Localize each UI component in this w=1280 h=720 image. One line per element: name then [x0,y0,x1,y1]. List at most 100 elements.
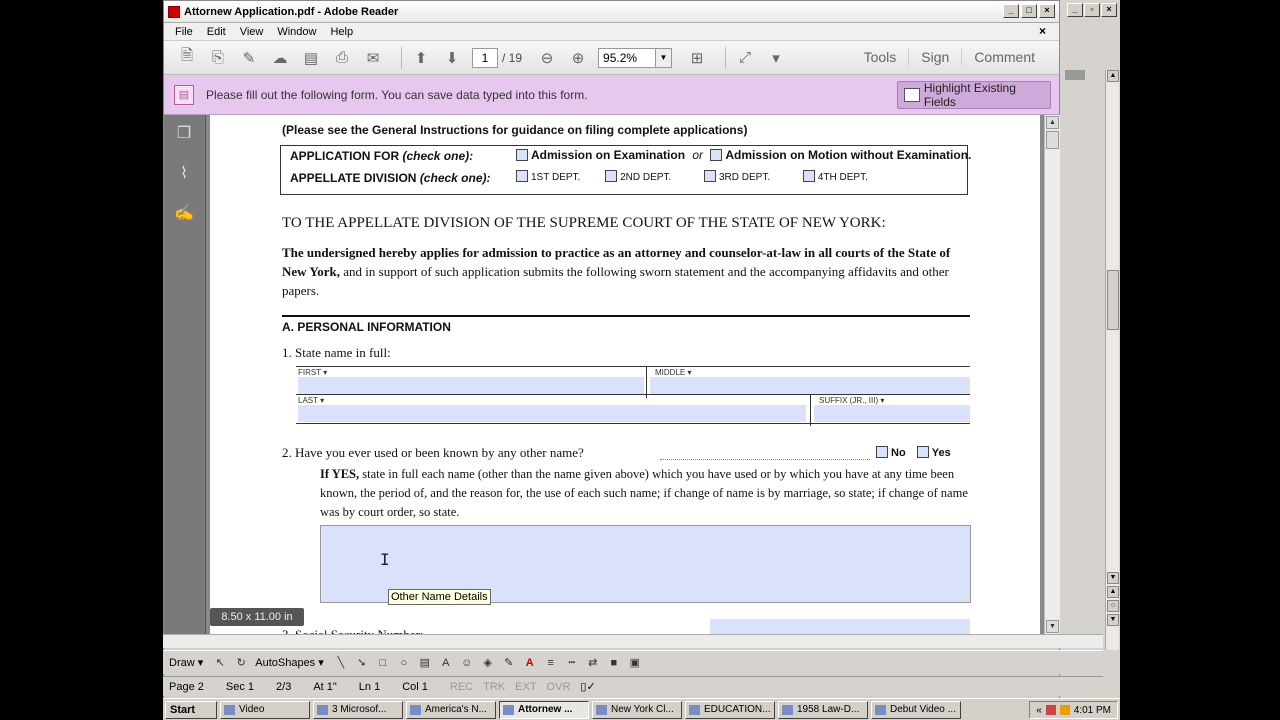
last-name-field[interactable] [298,405,806,422]
sign-button[interactable]: Sign [908,49,961,65]
close-icon[interactable]: × [1101,3,1117,17]
menu-view[interactable]: View [233,26,271,38]
textbox-icon[interactable]: ▤ [418,656,432,670]
font-color-icon[interactable]: A [523,656,537,670]
status-ovr[interactable]: OVR [547,681,571,693]
status-trk[interactable]: TRK [483,681,505,693]
autoshapes-menu[interactable]: AutoShapes ▾ [255,656,324,669]
status-ext[interactable]: EXT [515,681,536,693]
tray-app-icon[interactable] [1045,705,1056,715]
tray-app-icon[interactable] [1059,705,1070,715]
q2-yes-checkbox[interactable] [916,446,929,458]
fill-color-icon[interactable]: ◈ [481,656,495,670]
dept1-checkbox[interactable] [516,170,528,182]
scroll-up-icon[interactable]: ▲ [1046,116,1059,129]
next-page-icon[interactable]: ▼ [1107,614,1119,626]
exam-checkbox[interactable] [516,149,528,161]
dash-style-icon[interactable]: ┅ [565,656,579,670]
ssn-field[interactable] [710,619,970,635]
oval-icon[interactable]: ○ [397,656,411,670]
scroll-thumb[interactable] [1046,131,1059,149]
status-rec[interactable]: REC [450,681,473,693]
comment-button[interactable]: Comment [961,49,1047,65]
zoom-out-icon[interactable]: ⊖ [536,47,558,69]
form-message: Please fill out the following form. You … [206,87,588,102]
highlight-fields-button[interactable]: Highlight Existing Fields [897,81,1051,109]
scroll-down-icon[interactable]: ▼ [1107,572,1119,584]
task-new-york[interactable]: New York Cl... [592,700,682,719]
task-video[interactable]: Video [220,700,310,719]
close-document-icon[interactable]: × [1032,24,1053,38]
zoom-in-icon[interactable]: ⊕ [567,47,589,69]
prev-page-icon[interactable]: ▲ [1107,586,1119,598]
task-1958-law[interactable]: 1958 Law-D... [778,700,868,719]
shadow-icon[interactable]: ■ [607,656,621,670]
menu-help[interactable]: Help [323,26,360,38]
task-microsoft[interactable]: 3 Microsof... [313,700,403,719]
close-button[interactable]: × [1039,4,1055,18]
fit-page-icon[interactable]: ⊞ [686,47,708,69]
q2-no-checkbox[interactable] [876,446,888,458]
previous-page-icon[interactable]: ⬆ [410,47,432,69]
cloud-upload-icon[interactable]: ☁ [269,47,291,69]
scroll-up-icon[interactable]: ▲ [1107,70,1119,82]
line-icon[interactable]: ╲ [334,656,348,670]
task-attornew[interactable]: Attornew ... [499,700,589,719]
arrow-style-icon[interactable]: ⇄ [586,656,600,670]
clipart-icon[interactable]: ☺ [460,656,474,670]
rectangle-icon[interactable]: □ [376,656,390,670]
attachments-icon[interactable]: ⌇ [173,163,195,185]
task-americas[interactable]: America's N... [406,700,496,719]
horizontal-scrollbar[interactable] [163,634,1103,648]
toolbar: 🗎 ⎘ ✎ ☁ ▤ ⎙ ✉ ⬆ ⬇ 1 / 19 ⊖ ⊕ 95.2% ▼ ⊞ ⤢… [164,41,1059,75]
background-vertical-scrollbar[interactable]: ▲ ▼ ▲ ○ ▼ [1105,70,1119,650]
dept2-checkbox[interactable] [605,170,618,182]
next-page-icon[interactable]: ⬇ [441,47,463,69]
menu-edit[interactable]: Edit [200,26,233,38]
signatures-icon[interactable]: ✍ [173,203,195,225]
zoom-input[interactable]: 95.2% [598,47,657,68]
create-pdf-icon[interactable]: 🗎 [176,47,198,69]
select-browse-icon[interactable]: ○ [1107,600,1119,612]
edit-icon[interactable]: ✎ [238,47,260,69]
full-screen-icon[interactable]: ⤢ [734,47,756,69]
dept4-checkbox[interactable] [802,170,815,182]
draw-menu[interactable]: Draw ▾ [169,656,203,669]
select-objects-icon[interactable]: ↖ [213,656,227,670]
email-icon[interactable]: ✉ [362,47,384,69]
task-education[interactable]: EDUCATION... [685,700,775,719]
menu-file[interactable]: File [168,26,200,38]
page-number-input[interactable]: 1 [472,47,498,68]
suffix-field[interactable] [814,405,970,422]
motion-checkbox[interactable] [710,149,723,161]
page-thumbnails-icon[interactable]: ❐ [173,123,195,145]
pdf-convert-icon[interactable]: ⎘ [207,47,229,69]
task-debut-video[interactable]: Debut Video ... [871,700,961,719]
print-icon[interactable]: ⎙ [331,47,353,69]
middle-name-field[interactable] [650,377,970,394]
first-name-field[interactable] [298,377,644,394]
line-color-icon[interactable]: ✎ [502,656,516,670]
toolbar-options-icon[interactable]: ▾ [765,47,787,69]
spelling-icon[interactable]: ▯✓ [580,680,595,693]
menu-window[interactable]: Window [270,26,323,38]
document-vertical-scrollbar[interactable]: ▲ ▼ [1044,115,1060,635]
save-icon[interactable]: ▤ [300,47,322,69]
tools-button[interactable]: Tools [852,49,909,65]
start-button[interactable]: Start [165,700,217,719]
restore-icon[interactable]: ▫ [1084,3,1100,17]
arrow-icon[interactable]: ➘ [355,656,369,670]
maximize-button[interactable]: □ [1021,4,1037,18]
tray-expand-icon[interactable]: « [1036,705,1042,716]
scroll-thumb[interactable] [1107,270,1119,330]
minimize-icon[interactable]: _ [1067,3,1083,17]
minimize-button[interactable]: _ [1003,4,1019,18]
exam-option[interactable]: Admission on Examination or Admission on… [516,148,971,162]
rotate-icon[interactable]: ↻ [234,656,248,670]
line-style-icon[interactable]: ≡ [544,656,558,670]
dept3-checkbox[interactable] [703,170,716,182]
3d-icon[interactable]: ▣ [628,656,642,670]
scroll-down-icon[interactable]: ▼ [1046,620,1059,633]
zoom-dropdown-icon[interactable]: ▼ [656,47,673,68]
wordart-icon[interactable]: A [439,656,453,670]
